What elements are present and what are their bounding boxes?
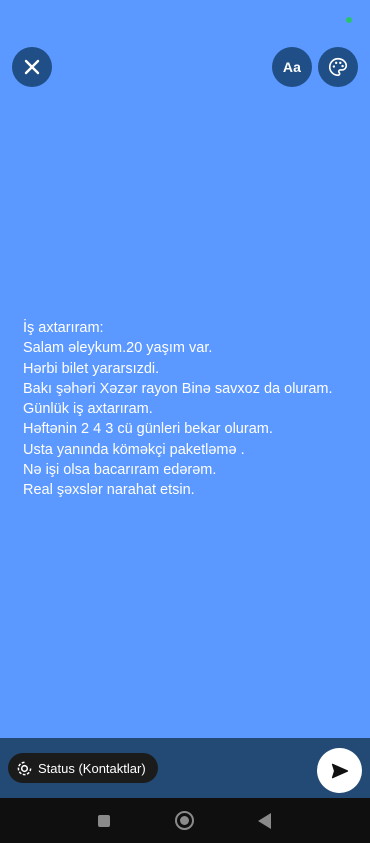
- system-navigation-bar: [0, 798, 370, 843]
- home-button[interactable]: [175, 811, 194, 830]
- send-icon: [331, 763, 348, 778]
- back-button[interactable]: [258, 813, 271, 829]
- status-canvas[interactable]: Aa İş axtarıram: Salam əleykum.20 yaşım …: [0, 0, 370, 738]
- send-button[interactable]: [317, 748, 362, 793]
- color-palette-button[interactable]: [318, 47, 358, 87]
- close-icon: [24, 59, 40, 75]
- status-text[interactable]: İş axtarıram: Salam əleykum.20 yaşım var…: [23, 318, 350, 501]
- palette-icon: [329, 57, 348, 77]
- status-text-line: Salam əleykum.20 yaşım var.: [23, 340, 213, 357]
- compose-bottom-bar: Status (Kontaktlar): [0, 738, 370, 798]
- status-text-line: Həftənin 2 4 3 cü günleri bekar oluram.: [23, 421, 273, 438]
- recents-button[interactable]: [98, 815, 110, 827]
- status-audience-label: Status (Kontaktlar): [38, 760, 146, 776]
- status-audience-button[interactable]: Status (Kontaktlar): [8, 753, 158, 783]
- status-text-line: Real şəxslər narahat etsin.: [23, 482, 195, 499]
- online-indicator: [346, 17, 352, 23]
- status-text-line: Hərbi bilet yararsızdi.: [23, 360, 160, 377]
- status-icon: [17, 761, 32, 775]
- font-style-button[interactable]: Aa: [272, 47, 312, 87]
- status-text-line: Günlük iş axtarıram.: [23, 401, 153, 418]
- status-text-line: İş axtarıram:: [23, 320, 104, 336]
- close-button[interactable]: [12, 47, 52, 87]
- status-text-line: Bakı şəhəri Xəzər rayon Binə savxoz da o…: [23, 380, 333, 397]
- status-text-line: Nə işi olsa bacarıram edərəm.: [23, 462, 217, 479]
- status-text-line: Usta yanında köməkçi paketləmə .: [23, 441, 245, 458]
